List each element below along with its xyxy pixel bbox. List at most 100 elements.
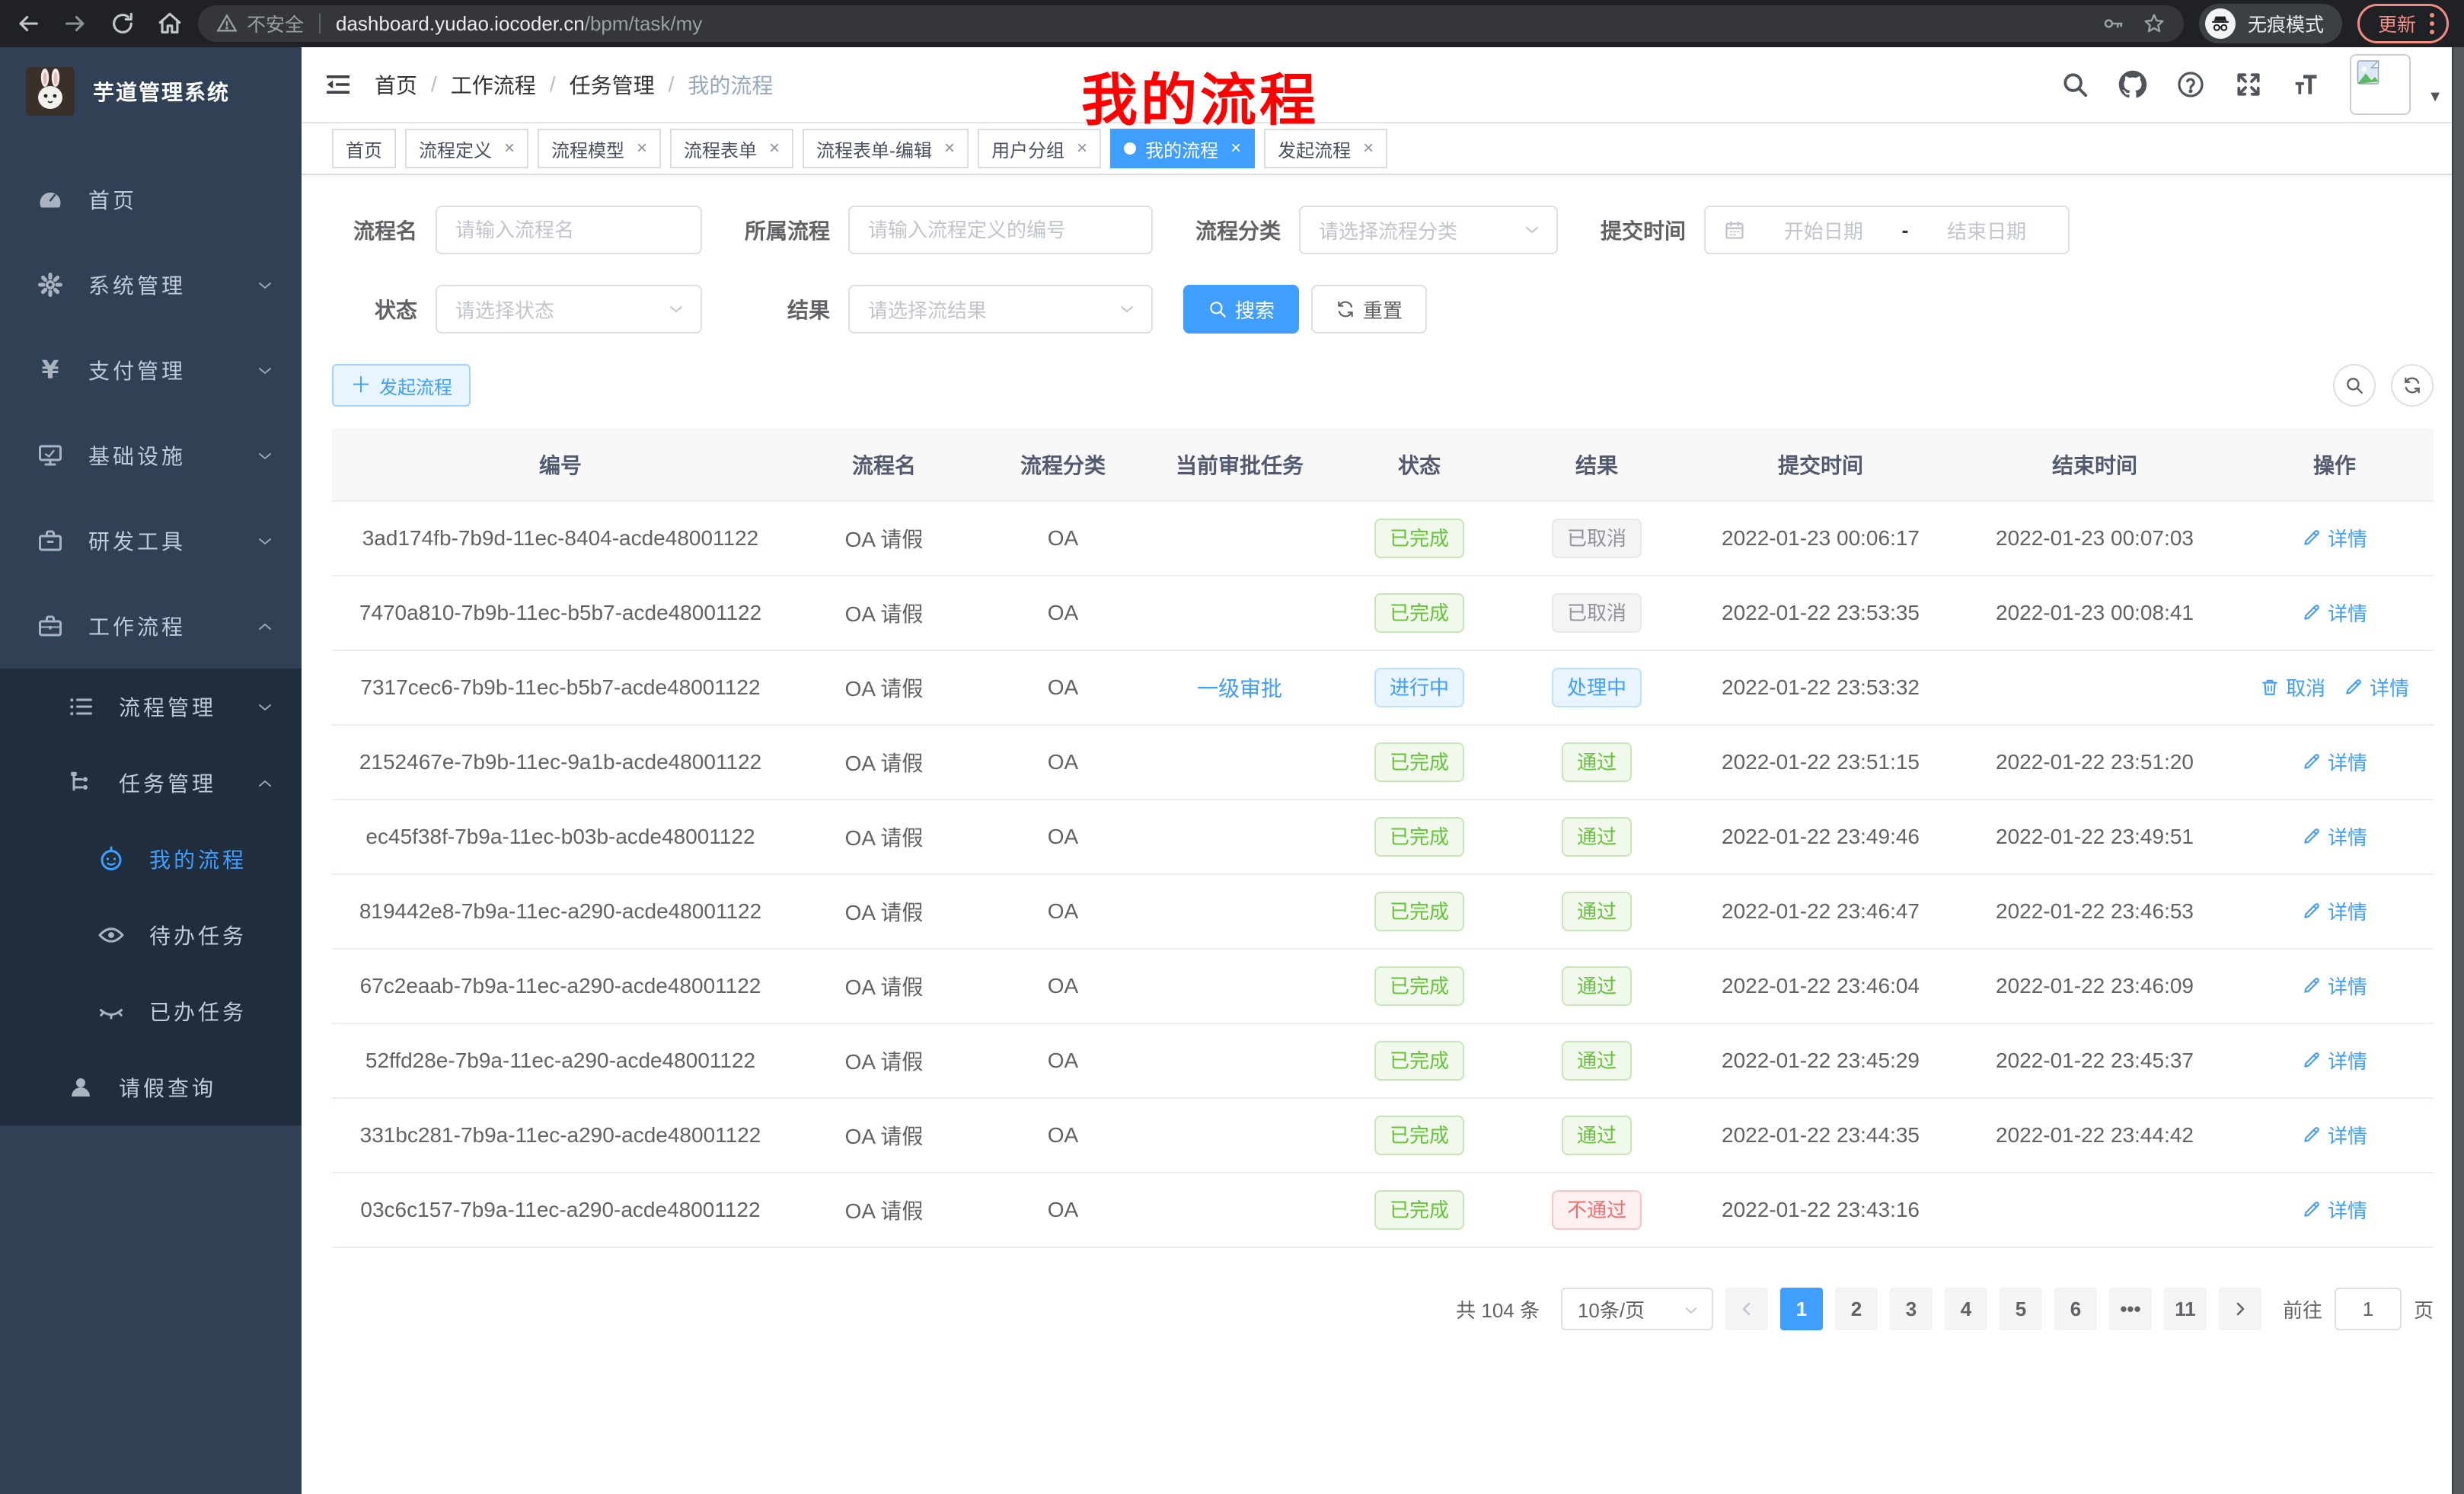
result-badge: 通过 bbox=[1562, 1041, 1632, 1081]
tab-我的流程[interactable]: 我的流程× bbox=[1110, 129, 1255, 168]
sidebar-item-基础设施[interactable]: 基础设施 bbox=[0, 413, 302, 498]
table-row[interactable]: 2152467e-7b9b-11ec-9a1b-acde48001122OA 请… bbox=[332, 725, 2434, 800]
app-logo-row[interactable]: 芋道管理系统 bbox=[0, 47, 302, 136]
result-badge: 不通过 bbox=[1552, 1190, 1642, 1230]
reload-icon[interactable] bbox=[110, 11, 136, 37]
detail-action[interactable]: 详情 bbox=[2344, 673, 2409, 701]
reset-button[interactable]: 重置 bbox=[1311, 285, 1427, 334]
tab-流程模型[interactable]: 流程模型× bbox=[538, 129, 661, 168]
sidebar-item-待办任务[interactable]: 待办任务 bbox=[0, 897, 302, 973]
browser-menu-icon[interactable] bbox=[2430, 13, 2434, 34]
page-jump-input[interactable] bbox=[2335, 1288, 2402, 1330]
breadcrumb-item[interactable]: 工作流程 bbox=[451, 69, 536, 100]
show-search-button[interactable] bbox=[2333, 364, 2376, 407]
sidebar-fold-icon[interactable] bbox=[302, 47, 375, 122]
github-icon[interactable] bbox=[2118, 70, 2147, 99]
bookmark-star-icon[interactable] bbox=[2143, 12, 2166, 35]
page-button-11[interactable]: 11 bbox=[2164, 1288, 2207, 1330]
sidebar-item-已办任务[interactable]: 已办任务 bbox=[0, 973, 302, 1049]
font-size-icon[interactable] bbox=[2292, 70, 2321, 99]
page-button-5[interactable]: 5 bbox=[2000, 1288, 2042, 1330]
page-button-1[interactable]: 1 bbox=[1780, 1288, 1823, 1330]
url-bar[interactable]: 不安全 dashboard.yudao.iocoder.cn/bpm/task/… bbox=[198, 5, 2184, 42]
table-row[interactable]: 03c6c157-7b9a-11ec-a290-acde48001122OA 请… bbox=[332, 1173, 2434, 1247]
detail-action[interactable]: 详情 bbox=[2302, 1046, 2367, 1074]
sidebar-item-流程管理[interactable]: 流程管理 bbox=[0, 669, 302, 745]
fullscreen-icon[interactable] bbox=[2234, 70, 2263, 99]
current-task-link[interactable]: 一级审批 bbox=[1197, 672, 1282, 703]
filter-select-结果[interactable]: 请选择流结果 bbox=[848, 285, 1153, 334]
back-icon[interactable] bbox=[15, 11, 41, 37]
cancel-action[interactable]: 取消 bbox=[2260, 673, 2325, 701]
sidebar-item-工作流程[interactable]: 工作流程 bbox=[0, 583, 302, 669]
search-icon[interactable] bbox=[2060, 70, 2089, 99]
detail-action[interactable]: 详情 bbox=[2302, 897, 2367, 925]
tab-close-icon[interactable]: × bbox=[501, 138, 515, 159]
filter-select-状态[interactable]: 请选择状态 bbox=[436, 285, 702, 334]
sidebar-item-首页[interactable]: 首页 bbox=[0, 157, 302, 242]
page-ellipsis[interactable]: ••• bbox=[2109, 1288, 2152, 1330]
detail-action[interactable]: 详情 bbox=[2302, 1196, 2367, 1224]
tab-发起流程[interactable]: 发起流程× bbox=[1264, 129, 1387, 168]
sidebar-item-系统管理[interactable]: 系统管理 bbox=[0, 242, 302, 327]
window-scrollbar[interactable] bbox=[2452, 47, 2464, 1494]
page-button-2[interactable]: 2 bbox=[1835, 1288, 1878, 1330]
detail-action-label: 详情 bbox=[2328, 748, 2367, 776]
tab-用户分组[interactable]: 用户分组× bbox=[978, 129, 1101, 168]
tab-close-icon[interactable]: × bbox=[941, 138, 955, 159]
filter-input-流程名[interactable] bbox=[436, 206, 702, 254]
tab-流程表单[interactable]: 流程表单× bbox=[670, 129, 793, 168]
browser-update-button[interactable]: 更新 bbox=[2357, 4, 2449, 43]
sidebar-item-研发工具[interactable]: 研发工具 bbox=[0, 498, 302, 583]
detail-action[interactable]: 详情 bbox=[2302, 822, 2367, 851]
table-row[interactable]: 819442e8-7b9a-11ec-a290-acde48001122OA 请… bbox=[332, 874, 2434, 949]
chevron-down-icon bbox=[256, 698, 274, 716]
detail-action[interactable]: 详情 bbox=[2302, 599, 2367, 627]
avatar[interactable] bbox=[2350, 54, 2411, 115]
breadcrumb-item[interactable]: 首页 bbox=[375, 69, 417, 100]
tab-close-icon[interactable]: × bbox=[634, 138, 647, 159]
table-row[interactable]: 7470a810-7b9b-11ec-b5b7-acde48001122OA 请… bbox=[332, 576, 2434, 650]
table-row[interactable]: ec45f38f-7b9a-11ec-b03b-acde48001122OA 请… bbox=[332, 800, 2434, 874]
sidebar-item-支付管理[interactable]: ¥支付管理 bbox=[0, 327, 302, 413]
create-process-button[interactable]: ＋ 发起流程 bbox=[332, 364, 471, 407]
detail-action[interactable]: 详情 bbox=[2302, 972, 2367, 1000]
breadcrumb-item[interactable]: 任务管理 bbox=[570, 69, 655, 100]
table-row[interactable]: 7317cec6-7b9b-11ec-b5b7-acde48001122OA 请… bbox=[332, 650, 2434, 725]
sidebar-item-请假查询[interactable]: 请假查询 bbox=[0, 1049, 302, 1125]
tab-close-icon[interactable]: × bbox=[1227, 138, 1241, 159]
page-button-3[interactable]: 3 bbox=[1890, 1288, 1933, 1330]
filter-select-流程分类[interactable]: 请选择流程分类 bbox=[1299, 206, 1558, 254]
table-row[interactable]: 3ad174fb-7b9d-11ec-8404-acde48001122OA 请… bbox=[332, 501, 2434, 576]
help-icon[interactable] bbox=[2176, 70, 2205, 99]
tab-首页[interactable]: 首页 bbox=[332, 129, 396, 168]
avatar-caret-icon[interactable]: ▼ bbox=[2427, 88, 2443, 115]
search-button[interactable]: 搜索 bbox=[1183, 285, 1299, 334]
filter-input-所属流程[interactable] bbox=[848, 206, 1153, 254]
next-page-button[interactable] bbox=[2219, 1288, 2261, 1330]
tab-close-icon[interactable]: × bbox=[1360, 138, 1374, 159]
page-button-4[interactable]: 4 bbox=[1945, 1288, 1987, 1330]
sidebar-item-任务管理[interactable]: 任务管理 bbox=[0, 745, 302, 821]
sidebar-item-我的流程[interactable]: 我的流程 bbox=[0, 821, 302, 897]
key-icon[interactable] bbox=[2102, 12, 2124, 35]
table-row[interactable]: 52ffd28e-7b9a-11ec-a290-acde48001122OA 请… bbox=[332, 1023, 2434, 1098]
filter-daterange-提交时间[interactable]: 开始日期-结束日期 bbox=[1704, 206, 2070, 254]
detail-action[interactable]: 详情 bbox=[2302, 1121, 2367, 1149]
refresh-table-button[interactable] bbox=[2391, 364, 2434, 407]
forward-icon[interactable] bbox=[62, 11, 88, 37]
tab-流程定义[interactable]: 流程定义× bbox=[405, 129, 528, 168]
prev-page-button[interactable] bbox=[1725, 1288, 1768, 1330]
home-icon[interactable] bbox=[157, 11, 183, 37]
cancel-action-label: 取消 bbox=[2286, 673, 2325, 701]
detail-action[interactable]: 详情 bbox=[2302, 524, 2367, 552]
detail-action[interactable]: 详情 bbox=[2302, 748, 2367, 776]
table-row[interactable]: 67c2eaab-7b9a-11ec-a290-acde48001122OA 请… bbox=[332, 949, 2434, 1023]
table-row[interactable]: 331bc281-7b9a-11ec-a290-acde48001122OA 请… bbox=[332, 1098, 2434, 1173]
page-size-select[interactable]: 10条/页 bbox=[1561, 1288, 1713, 1330]
page-button-6[interactable]: 6 bbox=[2054, 1288, 2097, 1330]
tab-close-icon[interactable]: × bbox=[1074, 138, 1087, 159]
cell-process-category: OA bbox=[979, 650, 1147, 725]
tab-close-icon[interactable]: × bbox=[766, 138, 780, 159]
tab-流程表单-编辑[interactable]: 流程表单-编辑× bbox=[803, 129, 969, 168]
